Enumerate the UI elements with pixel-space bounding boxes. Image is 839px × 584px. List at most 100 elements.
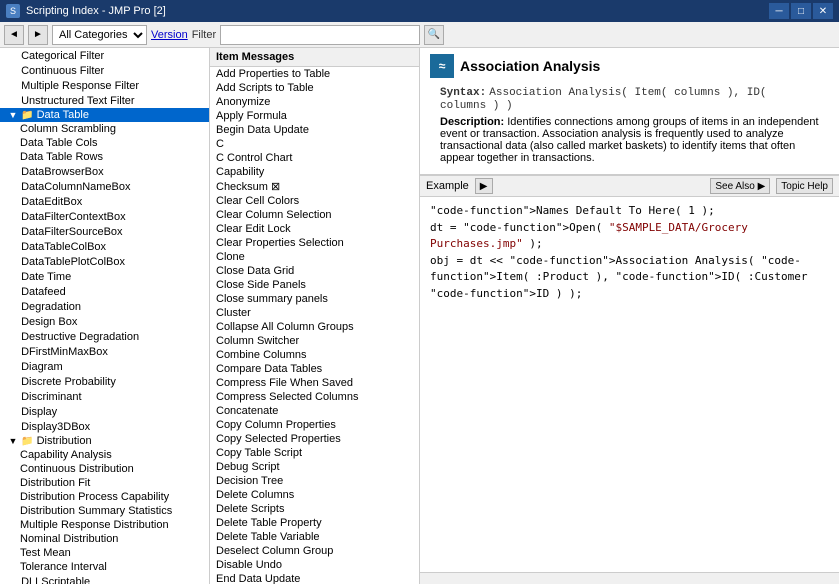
middle-panel-item[interactable]: Begin Data Update [210,123,419,137]
middle-panel-item[interactable]: Decision Tree [210,474,419,488]
left-panel-item[interactable]: Distribution Fit [0,476,209,490]
middle-panel-item[interactable]: C [210,137,419,151]
middle-item-label: Compare Data Tables [216,363,322,375]
middle-panel-item[interactable]: Compare Data Tables [210,362,419,376]
left-panel-item[interactable]: Distribution Summary Statistics [0,504,209,518]
close-button[interactable]: ✕ [813,3,833,19]
middle-panel-item[interactable]: Delete Columns [210,488,419,502]
back-button[interactable]: ◄ [4,25,24,45]
left-item-label: Data Table Cols [20,137,97,149]
forward-button[interactable]: ► [28,25,48,45]
left-panel-item[interactable]: ▼ 📁 Distribution [0,434,209,448]
middle-panel-item[interactable]: Checksum ⊠ [210,179,419,194]
left-panel-item[interactable]: Data Table Cols [0,136,209,150]
middle-panel-item[interactable]: Clear Cell Colors [210,194,419,208]
middle-item-label: Close Data Grid [216,265,294,277]
left-panel-item[interactable]: Data Table Rows [0,150,209,164]
left-panel-item[interactable]: Continuous Distribution [0,462,209,476]
left-panel-item[interactable]: Display [0,404,209,419]
left-panel-item[interactable]: DataFilterContextBox [0,209,209,224]
middle-item-label: Delete Scripts [216,503,284,515]
left-panel-item[interactable]: Display3DBox [0,419,209,434]
left-panel-item[interactable]: Continuous Filter [0,63,209,78]
code-line: dt = "code-function">Open( "$SAMPLE_DATA… [430,220,829,253]
left-panel-item[interactable]: DataEditBox [0,194,209,209]
middle-panel-item[interactable]: Clear Edit Lock [210,222,419,236]
left-panel-item[interactable]: Column Scrambling [0,122,209,136]
middle-panel-item[interactable]: Clear Properties Selection [210,236,419,250]
middle-panel-item[interactable]: Debug Script [210,460,419,474]
middle-panel-item[interactable]: Cluster [210,306,419,320]
left-panel-item[interactable]: Tolerance Interval [0,560,209,574]
left-panel-item[interactable]: Diagram [0,359,209,374]
left-panel-item[interactable]: DataTablePlotColBox [0,254,209,269]
middle-panel-item[interactable]: Add Properties to Table [210,67,419,81]
app-icon-label: S [10,6,16,16]
left-panel-item[interactable]: DataFilterSourceBox [0,224,209,239]
left-panel-item[interactable]: Datafeed [0,284,209,299]
middle-panel-item[interactable]: Disable Undo [210,558,419,572]
middle-panel-item[interactable]: Apply Formula [210,109,419,123]
left-panel-item[interactable]: Date Time [0,269,209,284]
topic-help-button[interactable]: Topic Help [776,178,833,194]
left-panel-item[interactable]: Multiple Response Distribution [0,518,209,532]
middle-panel-item[interactable]: Anonymize [210,95,419,109]
left-panel-item[interactable]: Categorical Filter [0,48,209,63]
left-item-label: Capability Analysis [20,449,112,461]
version-link[interactable]: Version [151,29,188,41]
category-select[interactable]: All Categories [52,25,147,45]
example-run-button[interactable]: ▶ [475,178,493,194]
middle-panel-item[interactable]: End Data Update [210,572,419,584]
maximize-button[interactable]: □ [791,3,811,19]
bottom-scrollbar[interactable] [420,572,839,584]
left-panel-item[interactable]: Multiple Response Filter [0,78,209,93]
left-panel-item[interactable]: DataTableColBox [0,239,209,254]
left-panel-item[interactable]: Unstructured Text Filter [0,93,209,108]
middle-panel-item[interactable]: Copy Selected Properties [210,432,419,446]
middle-panel-item[interactable]: Clone [210,250,419,264]
middle-panel-item[interactable]: Delete Table Variable [210,530,419,544]
middle-panel-item[interactable]: C Control Chart [210,151,419,165]
middle-panel-item[interactable]: Combine Columns [210,348,419,362]
middle-panel-item[interactable]: Compress File When Saved [210,376,419,390]
left-panel-item[interactable]: DataBrowserBox [0,164,209,179]
left-item-label: Multiple Response Filter [21,80,139,92]
see-also-button[interactable]: See Also ▶ [710,178,770,194]
left-panel-item[interactable]: Discriminant [0,389,209,404]
tree-toggle-icon [8,285,18,295]
left-panel-item[interactable]: Distribution Process Capability [0,490,209,504]
middle-panel-item[interactable]: Delete Table Property [210,516,419,530]
left-panel-item[interactable]: DFirstMinMaxBox [0,344,209,359]
middle-panel-item[interactable]: Copy Column Properties [210,418,419,432]
left-panel-item[interactable]: DLLScriptable [0,574,209,584]
search-input[interactable] [220,25,420,45]
left-panel-item[interactable]: DataColumnNameBox [0,179,209,194]
middle-panel-item[interactable]: Add Scripts to Table [210,81,419,95]
middle-panel-item[interactable]: Clear Column Selection [210,208,419,222]
left-panel-item[interactable]: Destructive Degradation [0,329,209,344]
middle-panel-item[interactable]: Capability [210,165,419,179]
minimize-button[interactable]: ─ [769,3,789,19]
right-panel-title: Association Analysis [460,58,600,74]
left-panel-item[interactable]: Test Mean [0,546,209,560]
search-button[interactable]: 🔍 [424,25,444,45]
left-panel-item[interactable]: Degradation [0,299,209,314]
right-content: Syntax: Association Analysis( Item( colu… [430,82,829,168]
left-panel-item[interactable]: Design Box [0,314,209,329]
middle-panel-item[interactable]: Close Data Grid [210,264,419,278]
middle-panel-item[interactable]: Concatenate [210,404,419,418]
middle-panel-item[interactable]: Close summary panels [210,292,419,306]
left-panel-item[interactable]: Discrete Probability [0,374,209,389]
middle-panel-item[interactable]: Collapse All Column Groups [210,320,419,334]
left-panel-item[interactable]: Nominal Distribution [0,532,209,546]
left-panel-item[interactable]: Capability Analysis [0,448,209,462]
middle-panel-item[interactable]: Copy Table Script [210,446,419,460]
middle-panel-item[interactable]: Close Side Panels [210,278,419,292]
middle-panel-item[interactable]: Column Switcher [210,334,419,348]
middle-panel-item[interactable]: Compress Selected Columns [210,390,419,404]
left-item-label: DLLScriptable [21,576,90,584]
left-panel-item[interactable]: ▼ 📁 Data Table [0,108,209,122]
middle-panel-item[interactable]: Deselect Column Group [210,544,419,558]
left-item-label: DFirstMinMaxBox [21,346,108,358]
middle-panel-item[interactable]: Delete Scripts [210,502,419,516]
